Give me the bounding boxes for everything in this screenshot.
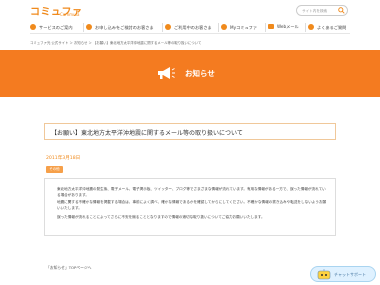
mail-icon — [268, 24, 274, 29]
article-title: 【お願い】東北地方太平洋沖地震に関するメール等の取り扱いについて — [51, 130, 243, 137]
circle-icon — [30, 24, 36, 30]
chat-bot-icon — [317, 269, 331, 280]
page-title: お知らせ — [185, 69, 215, 78]
nav-item-users[interactable]: ご利用中のお客さま — [165, 24, 212, 31]
article-title-box: 【お願い】東北地方太平洋沖地震に関するメール等の取り扱いについて — [44, 123, 336, 140]
back-to-news-link[interactable]: 「お知らせ」TOPページへ — [46, 265, 91, 271]
search-icon[interactable] — [338, 7, 345, 14]
nav-item-my-commufa[interactable]: Myコミュファ — [221, 24, 257, 31]
circle-icon — [86, 24, 92, 30]
article-body: 東北地方太平洋沖地震の発生後、電子メール、電子掲示板、ツイッター、ブログ等でさま… — [44, 178, 336, 236]
article-paragraph: 地震に関する不確かな情報を掲載する場合は、事前によく調べ、確かな情報であるかを確… — [57, 200, 327, 210]
megaphone-icon — [158, 67, 175, 79]
nav-item-webmail[interactable]: Webメール — [268, 24, 299, 30]
chat-support-button[interactable]: チャットサポート — [310, 266, 376, 282]
chat-support-label: チャットサポート — [334, 272, 366, 277]
article-paragraph: 誤った情報が流れることによってさらに不安を煽ることとなりますので情報の適切な取り… — [57, 215, 265, 219]
article-paragraph: 東北地方太平洋沖地震の発生後、電子メール、電子掲示板、ツイッター、ブログ等でさま… — [57, 187, 326, 197]
breadcrumb[interactable]: コミュファ光 公式サイト ＞ お知らせ ＞ 【お願い】東北地方太平洋沖地震に関す… — [30, 40, 201, 45]
global-nav: サービスのご案内 お申し込みをご検討のお客さま ご利用中のお客さま Myコミュフ… — [30, 22, 350, 34]
article-date: 2011年3月18日 — [46, 156, 81, 161]
page-banner: お知らせ — [0, 50, 380, 97]
site-logo-sub: Commufa — [60, 12, 80, 17]
question-icon — [308, 24, 314, 30]
heart-icon — [221, 24, 227, 30]
category-tag: その他 — [46, 166, 63, 173]
site-header: コミュファ Commufa サイト内を検索 — [0, 0, 380, 20]
nav-item-faq[interactable]: よくあるご質問 — [308, 24, 346, 31]
nav-item-services[interactable]: サービスのご案内 — [30, 24, 73, 31]
circle-icon — [165, 24, 171, 30]
nav-item-apply[interactable]: お申し込みをご検討のお客さま — [86, 24, 154, 31]
